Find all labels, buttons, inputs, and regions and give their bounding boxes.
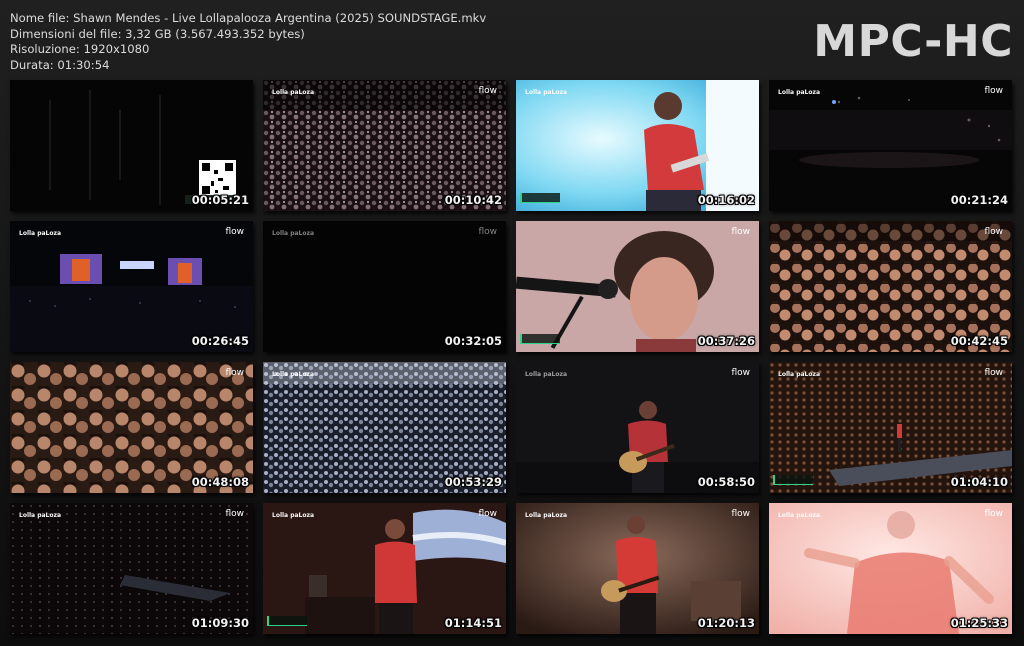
- thumbnail[interactable]: flow 00:48:08: [10, 362, 253, 493]
- thumbnail-scene: [263, 503, 506, 634]
- timestamp: 00:26:45: [191, 334, 249, 348]
- thumbnail-scene: [263, 362, 506, 493]
- flow-logo: flow: [225, 509, 244, 519]
- flow-logo: flow: [225, 227, 244, 237]
- thumbnail-grid: 00:05:21 Lolla paLoza flow 00:10:42 Loll…: [10, 80, 1012, 634]
- flow-logo: flow: [731, 368, 750, 378]
- timestamp: 00:48:08: [191, 475, 249, 489]
- festival-logo: Lolla paLoza: [525, 371, 568, 378]
- flow-logo: flow: [984, 509, 1003, 519]
- broadcast-badge: [520, 334, 560, 344]
- flow-logo: flow: [225, 368, 244, 378]
- timestamp: 00:32:05: [444, 334, 502, 348]
- thumbnail[interactable]: Lolla paLoza flow 00:58:50: [516, 362, 759, 493]
- flow-logo: flow: [984, 368, 1003, 378]
- festival-logo: Lolla paLoza: [19, 230, 62, 237]
- thumbnail-scene: [10, 362, 253, 493]
- timestamp: 00:10:42: [444, 193, 502, 207]
- thumbnail-scene: [769, 80, 1012, 211]
- file-size-line: Dimensioni del file: 3,32 GB (3.567.493.…: [10, 26, 305, 41]
- timestamp: 01:14:51: [444, 616, 502, 630]
- thumbnail[interactable]: Lolla paLoza 00:53:29: [263, 362, 506, 493]
- flow-logo: flow: [478, 227, 497, 237]
- thumbnail-scene: [263, 80, 506, 211]
- festival-logo: Lolla paLoza: [272, 230, 315, 237]
- festival-logo: Lolla paLoza: [778, 512, 821, 519]
- festival-logo: Lolla paLoza: [19, 512, 62, 519]
- flow-logo: flow: [478, 509, 497, 519]
- festival-logo: Lolla paLoza: [778, 371, 821, 378]
- timestamp: 01:09:30: [191, 616, 249, 630]
- festival-logo: Lolla paLoza: [272, 512, 315, 519]
- thumbnail[interactable]: Lolla paLoza flow 00:10:42: [263, 80, 506, 211]
- resolution-line: Risoluzione: 1920x1080: [10, 42, 150, 56]
- mpc-hc-logo: MPC-HC: [813, 16, 1013, 67]
- thumbnail-scene: [10, 503, 253, 634]
- broadcast-badge: [520, 193, 560, 203]
- thumbnail[interactable]: Lolla paLoza flow 01:14:51: [263, 503, 506, 634]
- timestamp: 00:58:50: [697, 475, 755, 489]
- thumbnail-scene: [769, 221, 1012, 352]
- timestamp: 00:21:24: [950, 193, 1008, 207]
- thumbnail[interactable]: Lolla paLoza 00:16:02: [516, 80, 759, 211]
- flow-logo: flow: [984, 227, 1003, 237]
- thumbnail-scene: [769, 503, 1012, 634]
- thumbnail[interactable]: Lolla paLoza flow 01:09:30: [10, 503, 253, 634]
- thumbnail[interactable]: Lolla paLoza flow 01:04:10: [769, 362, 1012, 493]
- thumbnail[interactable]: 00:05:21: [10, 80, 253, 211]
- thumbnail-scene: [263, 221, 506, 352]
- thumbnail[interactable]: Lolla paLoza flow 00:26:45: [10, 221, 253, 352]
- thumbnail[interactable]: Lolla paLoza flow 01:25:33: [769, 503, 1012, 634]
- timestamp: 00:37:26: [697, 334, 755, 348]
- file-name-line: Nome file: Shawn Mendes - Live Lollapalo…: [10, 11, 487, 25]
- thumbnail-scene: [10, 80, 253, 211]
- thumbnail-scene: [10, 221, 253, 352]
- flow-logo: flow: [731, 227, 750, 237]
- festival-logo: Lolla paLoza: [525, 89, 568, 96]
- thumbnail[interactable]: Lolla paLoza flow 01:20:13: [516, 503, 759, 634]
- timestamp: 01:04:10: [950, 475, 1008, 489]
- flow-logo: flow: [731, 509, 750, 519]
- thumbnail-scene: [516, 80, 759, 211]
- timestamp: 00:05:21: [191, 193, 249, 207]
- flow-logo: flow: [984, 86, 1003, 96]
- festival-logo: Lolla paLoza: [272, 89, 315, 96]
- thumbnail-scene: [769, 362, 1012, 493]
- thumbnail[interactable]: flow 00:37:26: [516, 221, 759, 352]
- timestamp: 00:53:29: [444, 475, 502, 489]
- timestamp: 00:16:02: [697, 193, 755, 207]
- broadcast-badge: [773, 475, 813, 485]
- thumbnail[interactable]: Lolla paLoza flow 00:21:24: [769, 80, 1012, 211]
- flow-logo: flow: [478, 86, 497, 96]
- duration-line: Durata: 01:30:54: [10, 57, 110, 72]
- timestamp: 00:42:45: [950, 334, 1008, 348]
- festival-logo: Lolla paLoza: [272, 371, 315, 378]
- file-info: Nome file: Shawn Mendes - Live Lollapalo…: [10, 11, 486, 73]
- thumbnail[interactable]: flow 00:42:45: [769, 221, 1012, 352]
- festival-logo: Lolla paLoza: [525, 512, 568, 519]
- thumbnail-scene: [516, 362, 759, 493]
- festival-logo: Lolla paLoza: [778, 89, 821, 96]
- thumbnail[interactable]: Lolla paLoza flow 00:32:05: [263, 221, 506, 352]
- thumbnail-scene: [516, 221, 759, 352]
- timestamp: 01:20:13: [697, 616, 755, 630]
- broadcast-badge: [267, 616, 307, 626]
- thumbnail-scene: [516, 503, 759, 634]
- timestamp: 01:25:33: [950, 616, 1008, 630]
